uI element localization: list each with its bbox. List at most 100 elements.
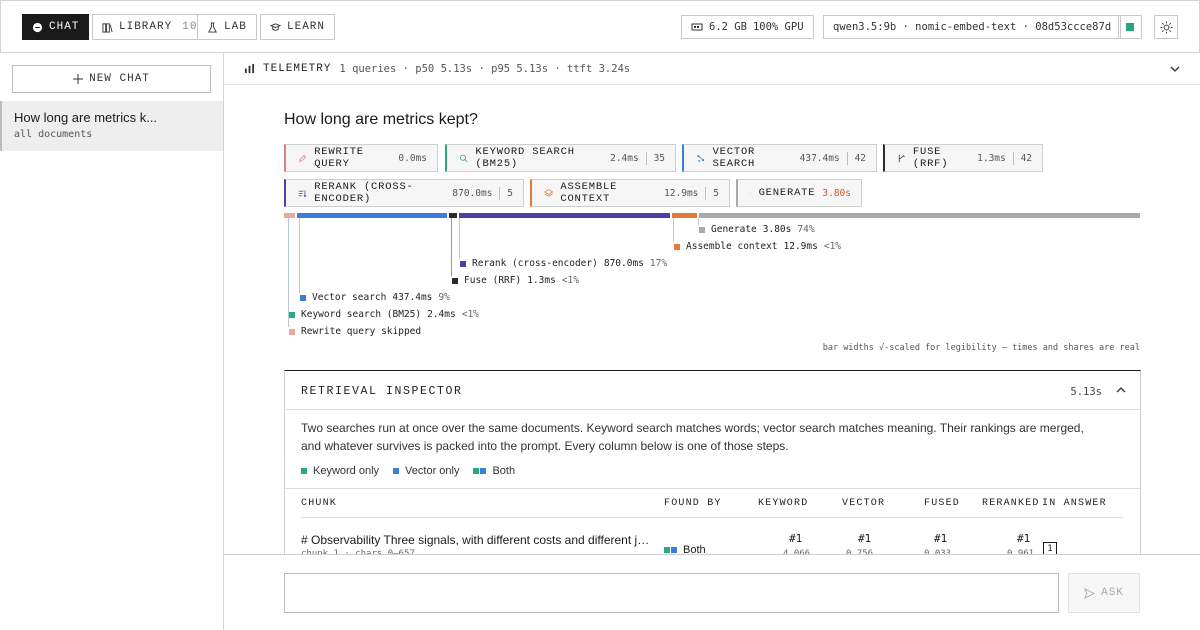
conversation-title: How long are metrics k... [14, 110, 158, 125]
timeline-time: 1.3ms [527, 275, 556, 286]
books-icon [102, 22, 113, 33]
stage-count: 42 [1020, 152, 1033, 164]
legend-swatch [301, 468, 307, 474]
timeline-segment [284, 213, 295, 218]
timeline-note: bar widths √-scaled for legibility — tim… [822, 343, 1140, 353]
column-header-fused: FUSED [924, 498, 961, 509]
legend-label: Keyword only [313, 465, 380, 477]
stage-chip-keyword-search-bm25[interactable]: KEYWORD SEARCH (BM25) 2.4ms 35 [445, 144, 676, 172]
inspector-header[interactable]: RETRIEVAL INSPECTOR 5.13s [285, 371, 1140, 410]
new-chat-label: NEW CHAT [89, 73, 150, 85]
plus-icon [73, 74, 84, 84]
stage-label: ASSEMBLE CONTEXT [560, 181, 618, 205]
nav-library-button[interactable]: LIBRARY 10 [92, 14, 208, 40]
send-icon [1084, 587, 1096, 599]
column-header-chunk: CHUNK [301, 498, 338, 509]
timeline-swatch [460, 260, 466, 267]
graduation-cap-icon [270, 22, 281, 31]
timeline-label: Fuse (RRF) 1.3ms <1% [452, 275, 579, 286]
legend-label: Vector only [405, 465, 460, 477]
top-bar: CHAT LIBRARY 10 LAB LEARN 6.2 GB 100% GP… [0, 0, 1200, 53]
nav-lab-label: LAB [224, 21, 247, 33]
stage-chip-rewrite-query[interactable]: REWRITE QUERY 0.0ms [284, 144, 438, 172]
stage-count: 42 [854, 152, 867, 164]
new-chat-button[interactable]: NEW CHAT [12, 65, 211, 93]
retrieval-inspector: RETRIEVAL INSPECTOR 5.13s Two searches r… [284, 370, 1141, 570]
keyword-rank: #1 [789, 532, 803, 545]
conversation-subtitle: all documents [14, 129, 93, 140]
legend-keyword-only: Keyword only [301, 465, 379, 477]
stage-label: RERANK (CROSS-ENCODER) [314, 181, 414, 205]
timeline-segment [459, 213, 670, 218]
timeline-leader [451, 218, 452, 276]
timeline-leader [299, 218, 300, 293]
chat-bubble-icon [32, 22, 43, 32]
stage-chip-rerank-cross-encoder[interactable]: RERANK (CROSS-ENCODER) 870.0ms 5 [284, 179, 524, 207]
telemetry-label: TELEMETRY [263, 62, 332, 75]
timeline-leader [288, 218, 289, 310]
timeline-share: <1% [461, 309, 479, 320]
timeline-time: 2.4ms [427, 309, 456, 320]
vector-icon [697, 154, 705, 162]
stage-label: FUSE (RRF) [912, 146, 949, 170]
column-header-reranked: RERANKED [982, 498, 1040, 509]
theme-toggle-button[interactable] [1154, 15, 1178, 39]
timeline-swatch [452, 277, 458, 284]
timeline-label: Rewrite query skipped [289, 326, 421, 337]
inspector-title: RETRIEVAL INSPECTOR [301, 385, 463, 398]
timeline-stage: Rerank (cross-encoder) [472, 258, 598, 269]
stage-label: REWRITE QUERY [314, 146, 364, 170]
timeline-swatch [289, 311, 295, 318]
stage-chip-assemble-context[interactable]: ASSEMBLE CONTEXT 12.9ms 5 [530, 179, 730, 207]
nav-learn-button[interactable]: LEARN [260, 14, 336, 40]
sun-icon [1159, 20, 1173, 34]
timeline-leader [673, 218, 674, 242]
stage-label: GENERATE [758, 187, 816, 199]
timeline-swatch [674, 243, 680, 250]
flask-icon [208, 21, 217, 33]
stage-chip-vector-search[interactable]: VECTOR SEARCH 437.4ms 42 [682, 144, 877, 172]
stage-count: 35 [653, 152, 666, 164]
chevron-up-icon[interactable] [1116, 385, 1126, 395]
chevron-down-icon[interactable] [1170, 64, 1180, 74]
nav-lab-button[interactable]: LAB [197, 14, 257, 40]
table-divider [285, 488, 1140, 489]
timeline-stage: Keyword search (BM25) [301, 309, 422, 320]
chunk-title: # Observability Three signals, with diff… [301, 533, 653, 547]
model-info[interactable]: qwen3.5:9b · nomic-embed-text · 08d53ccc… [823, 15, 1122, 39]
both-swatch [664, 547, 677, 553]
timeline-share: 74% [797, 224, 815, 235]
stage-label: KEYWORD SEARCH (BM25) [475, 146, 575, 170]
nav-chat-button[interactable]: CHAT [22, 14, 90, 40]
stage-time: 3.80s [822, 187, 851, 199]
stage-time: 0.0ms [398, 152, 427, 164]
timeline-label: Keyword search (BM25) 2.4ms <1% [289, 309, 479, 320]
inspector-description: Two searches run at once over the same d… [301, 421, 1084, 453]
composer: ASK [224, 554, 1200, 630]
stage-chip-fuse-rrf[interactable]: FUSE (RRF) 1.3ms 42 [883, 144, 1043, 172]
timeline-stage: Generate [711, 224, 757, 235]
table-header-divider [301, 517, 1123, 518]
status-dot-icon [1126, 23, 1134, 31]
timeline-swatch [300, 294, 306, 301]
conversation-item[interactable]: How long are metrics k... all documents [0, 101, 223, 151]
nav-library-label: LIBRARY [119, 21, 173, 33]
stage-count: 5 [507, 187, 513, 199]
memory-chip-icon [691, 23, 703, 31]
stage-time: 870.0ms [452, 187, 493, 199]
timeline-label: Rerank (cross-encoder) 870.0ms 17% [460, 258, 667, 269]
timeline-time: 12.9ms [783, 241, 818, 252]
legend-swatch [473, 468, 487, 474]
status-indicator[interactable] [1118, 15, 1142, 39]
message-input[interactable] [284, 573, 1059, 613]
timeline-stage: Rewrite query skipped [301, 326, 422, 337]
column-header-in-answer: IN ANSWER [1042, 498, 1107, 509]
rerank-icon [298, 189, 307, 197]
legend-swatch [393, 468, 400, 474]
gpu-usage: 100% GPU [752, 21, 804, 33]
timeline-leader [459, 218, 460, 259]
stage-chip-generate[interactable]: GENERATE 3.80s [736, 179, 862, 207]
telemetry-bar[interactable]: TELEMETRY 1 queries · p50 5.13s · p95 5.… [224, 53, 1200, 85]
ask-button[interactable]: ASK [1068, 573, 1140, 613]
legend-both: Both [473, 465, 515, 477]
